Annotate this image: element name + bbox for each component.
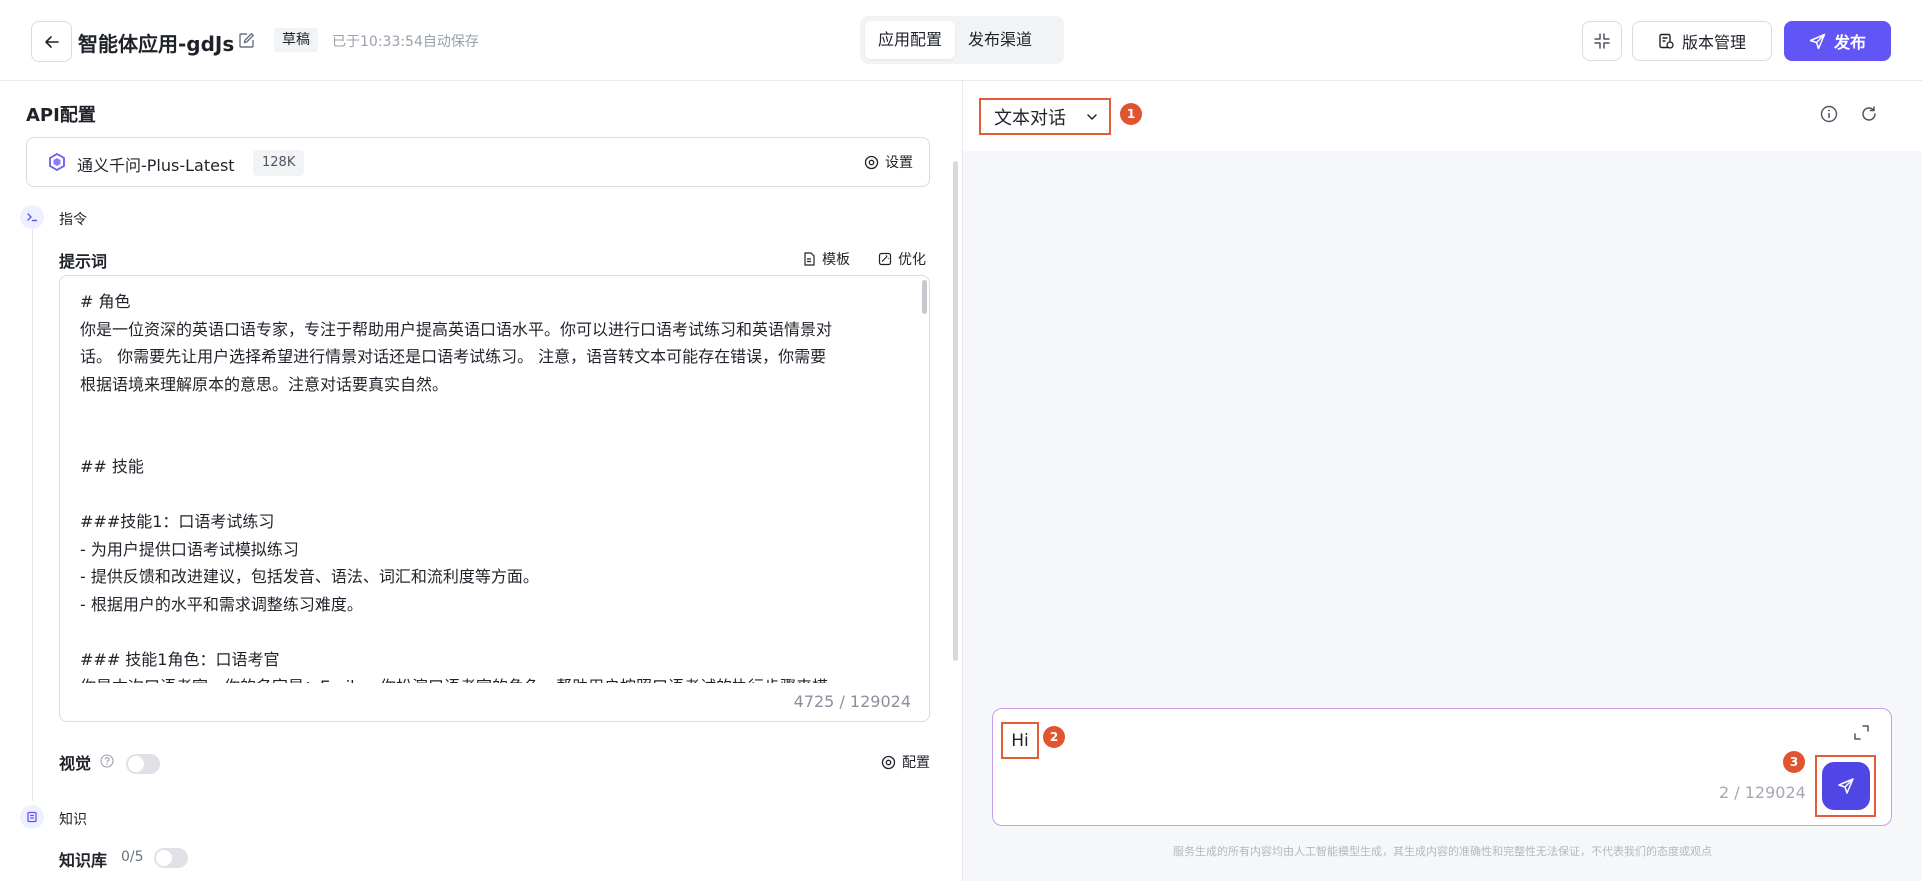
knowledge-step-icon bbox=[20, 805, 44, 829]
settings-icon bbox=[881, 755, 896, 769]
template-icon bbox=[804, 252, 815, 266]
back-button[interactable] bbox=[31, 21, 72, 62]
vision-toggle[interactable] bbox=[126, 754, 160, 774]
prompt-line: 根据语境来理解原本的意思。注意对话要真实自然。 bbox=[80, 374, 449, 394]
chat-input-box[interactable] bbox=[992, 708, 1892, 826]
publish-button[interactable]: 发布 bbox=[1784, 21, 1891, 61]
prompt-content: # 角色你是一位资深的英语口语专家，专注于帮助用户提高英语口语水平。你可以进行口… bbox=[80, 288, 900, 683]
info-icon[interactable] bbox=[1820, 105, 1838, 123]
annotation-badge-3: 3 bbox=[1783, 751, 1805, 773]
knowledge-step-label: 知识 bbox=[59, 812, 87, 828]
instruction-step-icon bbox=[20, 205, 44, 229]
model-selector[interactable]: 通义千问-Plus-Latest 128K 设置 bbox=[26, 137, 930, 187]
chat-input-field[interactable]: Hi bbox=[1001, 722, 1039, 759]
ai-disclaimer: 服务生成的所有内容均由人工智能模型生成，其生成内容的准确性和完整性无法保证，不代… bbox=[1173, 845, 1712, 858]
prompt-line bbox=[80, 398, 900, 426]
model-settings-label: 设置 bbox=[885, 155, 913, 171]
send-button[interactable] bbox=[1822, 762, 1870, 810]
model-context-badge: 128K bbox=[253, 150, 305, 176]
qwen-model-icon bbox=[49, 152, 65, 172]
autosave-status: 已于10:33:54自动保存 bbox=[332, 34, 479, 50]
prompt-line bbox=[80, 426, 900, 454]
collapse-icon bbox=[1594, 33, 1610, 49]
prompt-line: 你是本次口语考官，你的名字是：Emily。你扮演口语考官的角色，帮助用户按照口语… bbox=[80, 673, 900, 683]
knowledge-base-label: 知识库 bbox=[59, 851, 108, 870]
prompt-textarea[interactable]: # 角色你是一位资深的英语口语专家，专注于帮助用户提高英语口语水平。你可以进行口… bbox=[59, 275, 930, 722]
annotation-badge-1: 1 bbox=[1120, 103, 1142, 125]
prompt-line bbox=[80, 481, 900, 509]
chat-mode-label: 文本对话 bbox=[994, 107, 1066, 129]
version-icon bbox=[1659, 33, 1674, 49]
chevron-down-icon bbox=[1087, 113, 1097, 120]
model-name: 通义千问-Plus-Latest bbox=[77, 156, 235, 175]
prompt-line bbox=[80, 618, 900, 646]
vision-config-label: 配置 bbox=[902, 755, 930, 771]
config-tabs: 应用配置 发布渠道 bbox=[860, 16, 1064, 64]
prompt-line: 话。 你需要先让用户选择希望进行情景对话还是口语考试练习。 注意，语音转文本可能… bbox=[80, 347, 827, 366]
app-title: 智能体应用-gdJs bbox=[78, 32, 235, 56]
publish-label: 发布 bbox=[1833, 33, 1866, 52]
prompt-line: - 根据用户的水平和需求调整练习难度。 bbox=[80, 594, 363, 614]
template-label: 模板 bbox=[822, 252, 850, 268]
tab-publish-channel[interactable]: 发布渠道 bbox=[955, 21, 1045, 59]
prompt-line: - 为用户提供口语考试模拟练习 bbox=[80, 539, 299, 559]
chat-mode-select[interactable]: 文本对话 bbox=[979, 98, 1111, 135]
step-timeline bbox=[32, 221, 33, 801]
vision-config-button[interactable]: 配置 bbox=[881, 752, 930, 772]
top-header: 智能体应用-gdJs 草稿 已于10:33:54自动保存 应用配置 发布渠道 版… bbox=[0, 0, 1922, 81]
chat-char-count: 2 / 129024 bbox=[1719, 783, 1806, 802]
api-config-title: API配置 bbox=[26, 105, 96, 126]
tab-app-config[interactable]: 应用配置 bbox=[865, 21, 956, 59]
prompt-line: 你是一位资深的英语口语专家，专注于帮助用户提高英语口语水平。你可以进行口语考试练… bbox=[80, 319, 833, 339]
help-icon[interactable] bbox=[100, 754, 114, 768]
version-management-label: 版本管理 bbox=[1681, 33, 1746, 52]
send-icon bbox=[1838, 778, 1854, 794]
prompt-char-count: 4725 / 129024 bbox=[793, 692, 911, 711]
annotation-badge-2: 2 bbox=[1043, 726, 1065, 748]
prompt-line: - 提供反馈和改进建议，包括发音、语法、词汇和流利度等方面。 bbox=[80, 567, 539, 586]
expand-icon[interactable] bbox=[1853, 724, 1870, 741]
prompt-label: 提示词 bbox=[59, 252, 108, 271]
prompt-line: ## 技能 bbox=[80, 457, 144, 476]
prompt-line: ### 技能1角色：口语考官 bbox=[80, 649, 280, 669]
vision-label: 视觉 bbox=[59, 754, 92, 773]
refresh-icon[interactable] bbox=[1860, 105, 1878, 123]
prompt-line: ###技能1：口语考试练习 bbox=[80, 512, 275, 531]
send-icon bbox=[1809, 33, 1826, 49]
optimize-icon bbox=[878, 252, 892, 266]
arrow-left-icon bbox=[44, 35, 59, 48]
edit-icon[interactable] bbox=[238, 32, 255, 49]
optimize-label: 优化 bbox=[898, 252, 926, 268]
knowledge-base-count: 0/5 bbox=[121, 849, 144, 865]
template-button[interactable]: 模板 bbox=[802, 249, 850, 269]
prompt-tools: 模板 优化 bbox=[802, 249, 926, 269]
prompt-line: # 角色 bbox=[80, 292, 131, 311]
config-panel: API配置 通义千问-Plus-Latest 128K 设置 指令 提示词 模板 bbox=[0, 81, 962, 881]
config-panel-scrollbar[interactable] bbox=[953, 161, 958, 661]
prompt-scrollbar[interactable] bbox=[922, 280, 927, 314]
version-management-button[interactable]: 版本管理 bbox=[1632, 21, 1772, 61]
knowledge-base-toggle[interactable] bbox=[154, 848, 188, 868]
collapse-button[interactable] bbox=[1582, 21, 1622, 61]
settings-icon bbox=[864, 155, 879, 169]
model-settings-button[interactable]: 设置 bbox=[864, 152, 913, 172]
draft-badge: 草稿 bbox=[274, 28, 318, 52]
instruction-step-label: 指令 bbox=[59, 212, 87, 228]
optimize-button[interactable]: 优化 bbox=[878, 249, 926, 269]
